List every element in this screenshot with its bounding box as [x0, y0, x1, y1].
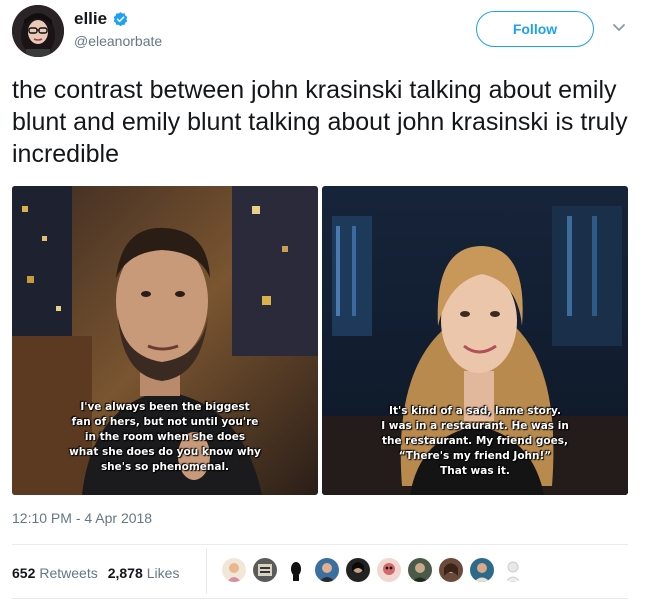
liker-avatar[interactable]	[222, 558, 246, 582]
liker-avatars	[222, 558, 525, 582]
likes-count[interactable]: 2,878	[108, 565, 143, 581]
right-caption-line: It's kind of a sad, lame story.	[389, 405, 561, 417]
left-caption-line: I've always been the biggest	[80, 401, 250, 413]
display-name-row: ellie	[74, 9, 162, 29]
left-caption-line: fan of hers, but not until you're	[71, 416, 259, 428]
liker-avatar[interactable]	[501, 558, 525, 582]
liker-avatar[interactable]	[253, 558, 277, 582]
follow-button[interactable]: Follow	[476, 11, 594, 47]
divider	[12, 598, 628, 599]
display-name[interactable]: ellie	[74, 9, 107, 29]
right-caption: It's kind of a sad, lame story. I was in…	[322, 404, 628, 479]
user-avatar[interactable]	[12, 5, 64, 57]
tweet-header: ellie @eleanorbate Follow	[12, 5, 638, 63]
stats-divider	[206, 548, 207, 594]
user-handle[interactable]: @eleanorbate	[74, 33, 162, 49]
right-caption-line: I was in a restaurant. He was in	[381, 420, 569, 432]
tweet-stats: 652 Retweets 2,878 Likes	[12, 558, 189, 588]
liker-avatar[interactable]	[470, 558, 494, 582]
right-caption-line: “There's my friend John!”	[398, 450, 552, 462]
media-image-left[interactable]: I've always been the biggest fan of hers…	[12, 186, 318, 495]
likes-label[interactable]: Likes	[147, 565, 180, 581]
liker-avatar[interactable]	[439, 558, 463, 582]
divider	[12, 544, 628, 545]
right-caption-line: That was it.	[440, 465, 510, 477]
tweet-timestamp[interactable]: 12:10 PM - 4 Apr 2018	[12, 510, 152, 526]
left-caption: I've always been the biggest fan of hers…	[12, 400, 318, 475]
left-caption-line: she's so phenomenal.	[100, 461, 230, 473]
chevron-down-icon[interactable]	[612, 23, 626, 33]
avatar-image	[12, 5, 64, 57]
liker-avatar[interactable]	[408, 558, 432, 582]
liker-avatar[interactable]	[377, 558, 401, 582]
retweets-count[interactable]: 652	[12, 565, 35, 581]
liker-avatar[interactable]	[315, 558, 339, 582]
liker-avatar[interactable]	[284, 558, 308, 582]
liker-avatar[interactable]	[346, 558, 370, 582]
media-image-right[interactable]: It's kind of a sad, lame story. I was in…	[322, 186, 628, 495]
verified-badge-icon	[113, 11, 128, 26]
right-caption-line: the restaurant. My friend goes,	[382, 435, 568, 447]
user-info: ellie @eleanorbate	[74, 9, 162, 49]
left-caption-line: what she does do you know why	[69, 446, 261, 458]
tweet-text: the contrast between john krasinski talk…	[12, 76, 628, 168]
retweets-label[interactable]: Retweets	[39, 565, 97, 581]
left-caption-line: in the room when she does	[84, 431, 246, 443]
tweet-media[interactable]: I've always been the biggest fan of hers…	[12, 186, 628, 495]
